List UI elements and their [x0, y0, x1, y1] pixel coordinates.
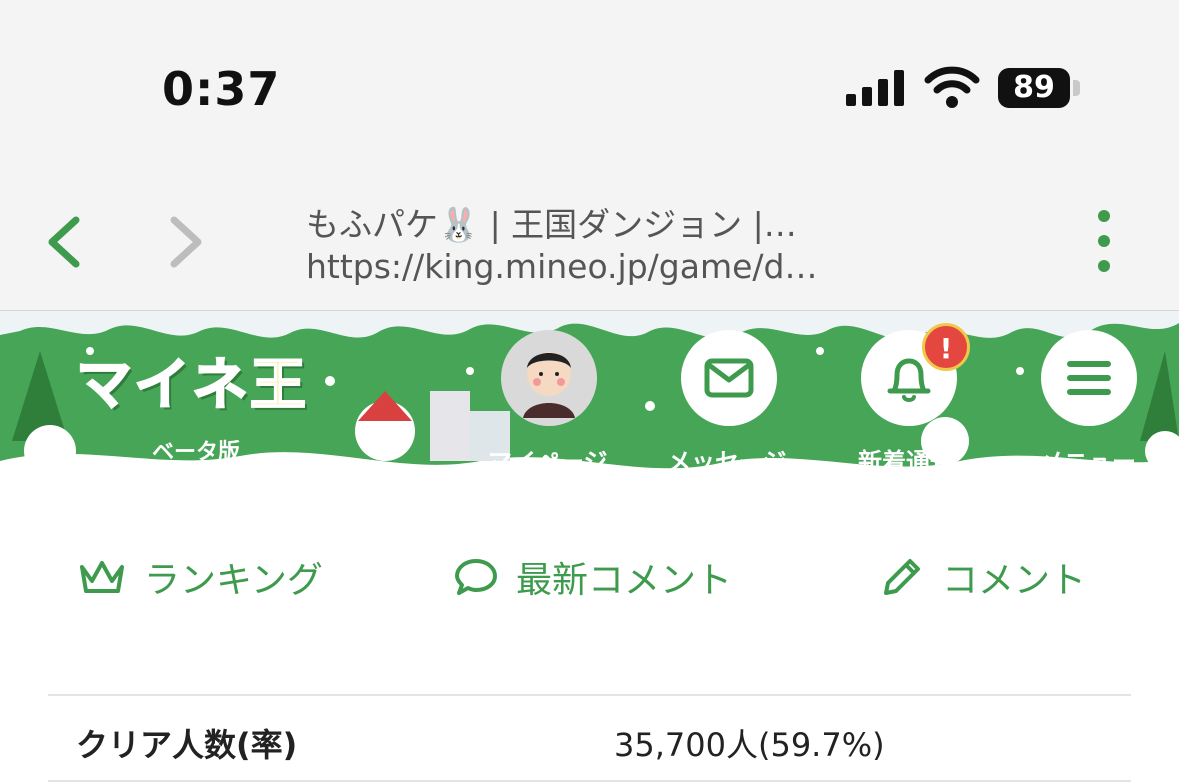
- menu-button[interactable]: [1041, 330, 1137, 426]
- wifi-icon: [924, 66, 980, 108]
- address-bar-url[interactable]: https://king.mineo.jp/game/d…: [306, 247, 817, 286]
- tab-latest-comments[interactable]: 最新コメント: [454, 552, 732, 602]
- mypage-button[interactable]: [501, 330, 597, 426]
- cellular-signal-icon: [846, 70, 904, 106]
- tab-ranking-label: ランキング: [144, 560, 323, 601]
- browser-chrome: 0:37 89 もふパケ🐰 | 王国ダンジョン |… https://king.…: [0, 0, 1179, 311]
- mail-icon: [704, 358, 754, 398]
- clear-count-label: クリア人数(率): [76, 726, 298, 764]
- notification-label[interactable]: 新着通知: [858, 442, 954, 477]
- menu-icon: [1067, 361, 1111, 395]
- forward-arrow-icon[interactable]: [160, 212, 210, 272]
- tab-comment[interactable]: コメント: [880, 552, 1086, 602]
- clear-count-value: 35,700人(59.7%): [614, 726, 885, 764]
- status-time: 0:37: [162, 62, 281, 116]
- more-options-icon[interactable]: [1090, 210, 1118, 274]
- tab-latest-comments-label: 最新コメント: [516, 560, 733, 601]
- message-button[interactable]: [681, 330, 777, 426]
- bell-icon: [887, 358, 931, 402]
- battery-cap: [1073, 80, 1080, 96]
- mypage-label[interactable]: マイページ: [488, 442, 608, 477]
- pencil-icon: [884, 559, 920, 595]
- page-title[interactable]: もふパケ🐰 | 王国ダンジョン |…: [306, 198, 797, 246]
- site-logo[interactable]: マイネ王: [75, 340, 308, 421]
- tab-comment-label: コメント: [942, 560, 1087, 601]
- back-arrow-icon[interactable]: [40, 212, 90, 272]
- notification-badge: !: [922, 323, 970, 371]
- speech-bubble-icon: [455, 559, 497, 595]
- battery-indicator: 89: [998, 68, 1070, 108]
- section-divider: [48, 694, 1131, 696]
- message-label[interactable]: メッセージ: [667, 442, 787, 477]
- beta-label: ベータ版: [152, 440, 241, 465]
- menu-label[interactable]: メニュー: [1040, 442, 1136, 477]
- tab-ranking[interactable]: ランキング: [78, 552, 323, 602]
- avatar: [523, 352, 575, 418]
- crown-icon: [80, 561, 124, 593]
